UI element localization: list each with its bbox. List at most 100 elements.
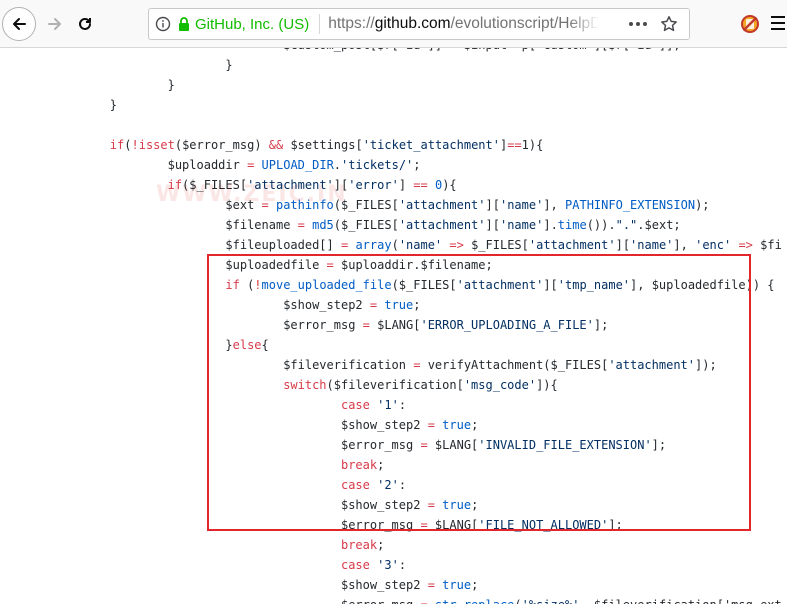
code-line: $custom_post[$r['id']] = $input->p['cust…: [52, 48, 680, 55]
code-token: }: [52, 78, 175, 92]
code-token: =: [261, 198, 269, 212]
code-token: pathinfo: [275, 198, 334, 212]
code-token: :: [398, 558, 407, 572]
code-line: }: [52, 75, 175, 95]
code-token: 'enc': [695, 238, 732, 252]
code-token: (: [514, 598, 521, 604]
code-token: 'tickets/': [341, 158, 414, 172]
code-token: array: [355, 238, 392, 252]
forward-icon: [48, 18, 61, 30]
code-token: case: [340, 558, 370, 572]
highlight-box: [207, 254, 751, 531]
code-token: 'name': [398, 238, 443, 252]
code-token: .: [333, 158, 342, 172]
reload-button[interactable]: [68, 7, 102, 41]
code-token: 'attachment': [247, 178, 334, 192]
code-token: $settings[: [283, 138, 363, 152]
code-token: ==: [413, 178, 428, 192]
code-token: );: [695, 198, 710, 212]
code-token: =: [297, 218, 305, 232]
site-identity-label[interactable]: GitHub, Inc. (US): [195, 16, 309, 33]
code-token: str_replace: [435, 598, 514, 604]
code-token: ],: [543, 198, 566, 212]
code-token: $fi: [752, 238, 782, 252]
code-token: (: [391, 238, 399, 252]
page-actions-icon[interactable]: [627, 15, 649, 33]
code-token: 'name': [499, 218, 544, 232]
addon-icon[interactable]: [739, 13, 761, 35]
code-token: ][: [485, 218, 500, 232]
code-token: UPLOAD_DIR: [261, 158, 334, 172]
code-token: ],: [673, 238, 696, 252]
menu-icon[interactable]: [769, 12, 787, 34]
code-line: $uploaddir = UPLOAD_DIR.'tickets/';: [52, 155, 421, 175]
info-icon[interactable]: [155, 16, 171, 32]
code-token: '%size%': [522, 598, 580, 604]
code-line: }: [52, 95, 117, 115]
url-separator: [319, 14, 321, 34]
code-token: ].: [543, 218, 558, 232]
code-token: 'name': [499, 198, 544, 212]
code-token: $filename: [52, 218, 298, 232]
code-token: ][: [615, 238, 631, 252]
url-text[interactable]: https://github.com/evolutionscript/HelpD…: [328, 15, 610, 33]
code-line: if(!isset($error_msg) && $settings['tick…: [52, 135, 544, 155]
code-token: 'attachment': [398, 218, 486, 232]
code-token: ($error_msg): [174, 138, 269, 152]
code-token: break: [340, 538, 378, 552]
code-token: '3': [377, 558, 399, 572]
bookmark-star-icon[interactable]: [659, 14, 679, 34]
code-token: ][: [485, 198, 500, 212]
code-token: }: [52, 98, 118, 112]
url-bar[interactable]: GitHub, Inc. (US) https://github.com/evo…: [148, 8, 690, 40]
code-token: md5: [312, 218, 334, 232]
code-token: }: [52, 338, 233, 352]
code-token: ()).: [586, 218, 616, 232]
browser-toolbar: GitHub, Inc. (US) https://github.com/evo…: [0, 0, 787, 48]
code-token: =: [420, 598, 427, 604]
code-view: WWW.ZEIC.IN $custom_post[$r['id']] = $in…: [0, 48, 787, 604]
code-token: ($_FILES[: [182, 178, 248, 192]
code-line: $ext = pathinfo($_FILES['attachment']['n…: [52, 195, 710, 215]
code-line: $fileuploaded[] = array('name' => $_FILE…: [52, 235, 782, 255]
back-button[interactable]: [2, 7, 36, 41]
code-token: 'attachment': [528, 238, 616, 252]
code-token: }: [52, 58, 233, 72]
code-token: $uploaddir: [52, 158, 248, 172]
code-line: break;: [52, 535, 384, 555]
code-line: $error_msg = str_replace('%size%', $file…: [52, 595, 782, 604]
code-token: 'attachment': [398, 198, 486, 212]
code-token: ($_FILES[: [333, 198, 399, 212]
code-token: if: [109, 138, 125, 152]
code-token: 1){: [521, 138, 544, 152]
code-token: $fileuploaded[]: [52, 238, 341, 252]
code-token: , $fileverification['msg_ext: [579, 598, 781, 604]
code-token: ][: [333, 178, 349, 192]
code-token: if: [167, 178, 183, 192]
code-token: ==: [507, 138, 522, 152]
code-token: $show_step2: [52, 578, 428, 592]
code-token: =>: [449, 238, 464, 252]
code-token: &&: [268, 138, 284, 152]
code-token: ;: [413, 158, 421, 172]
code-token: $error_msg: [52, 598, 420, 604]
code-token: =>: [738, 238, 753, 252]
lock-icon: [177, 16, 191, 32]
forward-button[interactable]: [38, 7, 72, 41]
code-token: PATHINFO_EXTENSION: [565, 198, 696, 212]
code-token: time: [557, 218, 587, 232]
code-token: true: [442, 578, 472, 592]
back-icon: [13, 18, 26, 30]
code-token: $_FILES[: [463, 238, 529, 252]
code-token: .$ext;: [637, 218, 681, 232]
